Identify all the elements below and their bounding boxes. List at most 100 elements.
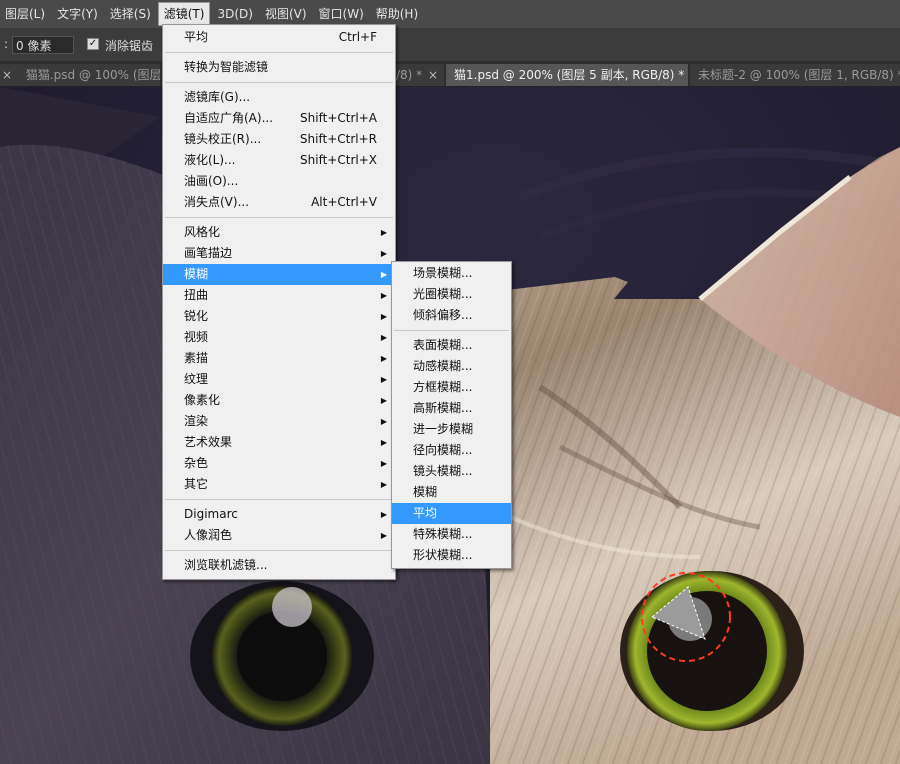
menu-item-label: 转换为智能滤镜 [184, 60, 269, 74]
tab-untitled-2[interactable]: 未标题-2 @ 100% (图层 1, RGB/8) * × [690, 64, 900, 86]
document-tab-bar: × 猫猫.psd @ 100% (图层 /8) * × 猫1.psd @ 200… [0, 62, 900, 87]
menu-item-render[interactable]: 渲染 ▶ [163, 411, 395, 432]
menu-item-shortcut: Ctrl+F [338, 30, 377, 44]
tab-label: 猫猫.psd @ 100% (图层 [25, 68, 160, 82]
menu-item-shortcut: Alt+Ctrl+V [311, 195, 377, 209]
menu-item-label: 镜头校正(R)... [184, 132, 262, 146]
menu-select[interactable]: 选择(S) [105, 3, 156, 25]
menu-item-shape-blur[interactable]: 形状模糊... [392, 545, 511, 566]
menu-item-label: 素描 [184, 351, 209, 365]
menu-item-label: 模糊 [184, 267, 209, 281]
menu-item-label: 消失点(V)... [184, 195, 250, 209]
menu-view[interactable]: 视图(V) [260, 3, 312, 25]
tab-label: 猫1.psd @ 200% (图层 5 副本, RGB/8) * [454, 68, 685, 82]
menu-item-other[interactable]: 其它 ▶ [163, 474, 395, 495]
menu-item-browse-online-filters[interactable]: 浏览联机滤镜... [163, 555, 395, 576]
menu-separator [165, 52, 393, 53]
menu-item-filter-gallery[interactable]: 滤镜库(G)... [163, 87, 395, 108]
menu-bar: 图层(L) 文字(Y) 选择(S) 滤镜(T) 3D(D) 视图(V) 窗口(W… [0, 0, 900, 29]
menu-separator [394, 330, 509, 331]
menu-item-label: 形状模糊... [413, 548, 473, 562]
menu-item-gaussian-blur[interactable]: 高斯模糊... [392, 398, 511, 419]
menu-item-oil-paint[interactable]: 油画(O)... [163, 171, 395, 192]
submenu-arrow-icon: ▶ [380, 291, 387, 300]
menu-item-texture[interactable]: 纹理 ▶ [163, 369, 395, 390]
menu-item-box-blur[interactable]: 方框模糊... [392, 377, 511, 398]
menu-item-brush-strokes[interactable]: 画笔描边 ▶ [163, 243, 395, 264]
menu-item-label: 纹理 [184, 372, 209, 386]
menu-item-liquify[interactable]: 液化(L)... Shift+Ctrl+X [163, 150, 395, 171]
menu-3d[interactable]: 3D(D) [212, 3, 257, 25]
menu-item-sketch[interactable]: 素描 ▶ [163, 348, 395, 369]
menu-item-tilt-shift[interactable]: 倾斜偏移... [392, 305, 511, 326]
menu-item-vanishing-point[interactable]: 消失点(V)... Alt+Ctrl+V [163, 192, 395, 213]
menu-item-label: 自适应广角(A)... [184, 111, 274, 125]
tab-label: /8) * [396, 68, 423, 82]
menu-item-lens-blur[interactable]: 镜头模糊... [392, 461, 511, 482]
menu-type[interactable]: 文字(Y) [52, 3, 103, 25]
menu-item-label: 液化(L)... [184, 153, 236, 167]
menu-item-blur[interactable]: 模糊 [392, 482, 511, 503]
menu-item-surface-blur[interactable]: 表面模糊... [392, 335, 511, 356]
menu-item-convert-smart-filter[interactable]: 转换为智能滤镜 [163, 57, 395, 78]
menu-item-radial-blur[interactable]: 径向模糊... [392, 440, 511, 461]
menu-item-label: 杂色 [184, 456, 209, 470]
tab-close-icon[interactable]: × [0, 64, 14, 86]
menu-item-adaptive-wide-angle[interactable]: 自适应广角(A)... Shift+Ctrl+A [163, 108, 395, 129]
menu-item-video[interactable]: 视频 ▶ [163, 327, 395, 348]
submenu-arrow-icon: ▶ [380, 228, 387, 237]
menu-item-label: 模糊 [413, 485, 438, 499]
menu-item-label: 艺术效果 [184, 435, 233, 449]
tab-label: 未标题-2 @ 100% (图层 1, RGB/8) * [698, 68, 900, 82]
submenu-arrow-icon: ▶ [380, 333, 387, 342]
menu-item-label: 其它 [184, 477, 209, 491]
menu-filter[interactable]: 滤镜(T) [157, 2, 211, 26]
submenu-arrow-icon: ▶ [380, 417, 387, 426]
menu-window[interactable]: 窗口(W) [314, 3, 369, 25]
menu-item-digimarc[interactable]: Digimarc ▶ [163, 504, 395, 525]
filter-menu: 平均 Ctrl+F 转换为智能滤镜 滤镜库(G)... 自适应广角(A)... S… [162, 24, 396, 580]
submenu-arrow-icon: ▶ [380, 438, 387, 447]
menu-item-shortcut: Shift+Ctrl+R [299, 132, 377, 146]
submenu-arrow-icon: ▶ [380, 375, 387, 384]
menu-item-blur-more[interactable]: 进一步模糊 [392, 419, 511, 440]
tab-hidden[interactable]: /8) * × [396, 64, 444, 86]
menu-item-sharpen[interactable]: 锐化 ▶ [163, 306, 395, 327]
submenu-arrow-icon: ▶ [380, 510, 387, 519]
menu-item-artistic[interactable]: 艺术效果 ▶ [163, 432, 395, 453]
menu-item-label: 像素化 [184, 393, 221, 407]
menu-item-iris-blur[interactable]: 光圈模糊... [392, 284, 511, 305]
submenu-arrow-icon: ▶ [380, 531, 387, 540]
menu-item-label: 方框模糊... [413, 380, 473, 394]
menu-item-label: 风格化 [184, 225, 221, 239]
menu-item-smart-blur[interactable]: 特殊模糊... [392, 524, 511, 545]
menu-item-field-blur[interactable]: 场景模糊... [392, 263, 511, 284]
menu-item-average[interactable]: 平均 [392, 503, 511, 524]
blur-submenu: 场景模糊... 光圈模糊... 倾斜偏移... 表面模糊... 动感模糊... … [391, 261, 512, 569]
tab-close-icon[interactable]: × [426, 64, 440, 86]
antialias-checkbox[interactable]: ✓ [87, 38, 99, 50]
menu-item-label: 扭曲 [184, 288, 209, 302]
menu-item-last-filter[interactable]: 平均 Ctrl+F [163, 27, 395, 48]
menu-item-noise[interactable]: 杂色 ▶ [163, 453, 395, 474]
options-colon: : [4, 37, 9, 51]
menu-layer[interactable]: 图层(L) [0, 3, 50, 25]
menu-item-lens-correction[interactable]: 镜头校正(R)... Shift+Ctrl+R [163, 129, 395, 150]
menu-help[interactable]: 帮助(H) [371, 3, 423, 25]
menu-item-distort[interactable]: 扭曲 ▶ [163, 285, 395, 306]
menu-item-label: 浏览联机滤镜... [184, 558, 268, 572]
menu-separator [165, 82, 393, 83]
feather-input[interactable]: 0 像素 [12, 36, 74, 54]
menu-item-label: 倾斜偏移... [413, 308, 473, 322]
menu-item-stylize[interactable]: 风格化 ▶ [163, 222, 395, 243]
menu-item-label: 视频 [184, 330, 209, 344]
menu-item-label: 油画(O)... [184, 174, 239, 188]
tab-maomao[interactable]: × 猫猫.psd @ 100% (图层 [0, 64, 160, 86]
menu-item-motion-blur[interactable]: 动感模糊... [392, 356, 511, 377]
menu-item-shortcut: Shift+Ctrl+A [300, 111, 377, 125]
tab-mao1[interactable]: 猫1.psd @ 200% (图层 5 副本, RGB/8) * × [446, 64, 688, 86]
menu-item-blur[interactable]: 模糊 ▶ [163, 264, 395, 285]
menu-item-label: 表面模糊... [413, 338, 473, 352]
menu-item-pixelate[interactable]: 像素化 ▶ [163, 390, 395, 411]
menu-item-portrait-retouch[interactable]: 人像润色 ▶ [163, 525, 395, 546]
